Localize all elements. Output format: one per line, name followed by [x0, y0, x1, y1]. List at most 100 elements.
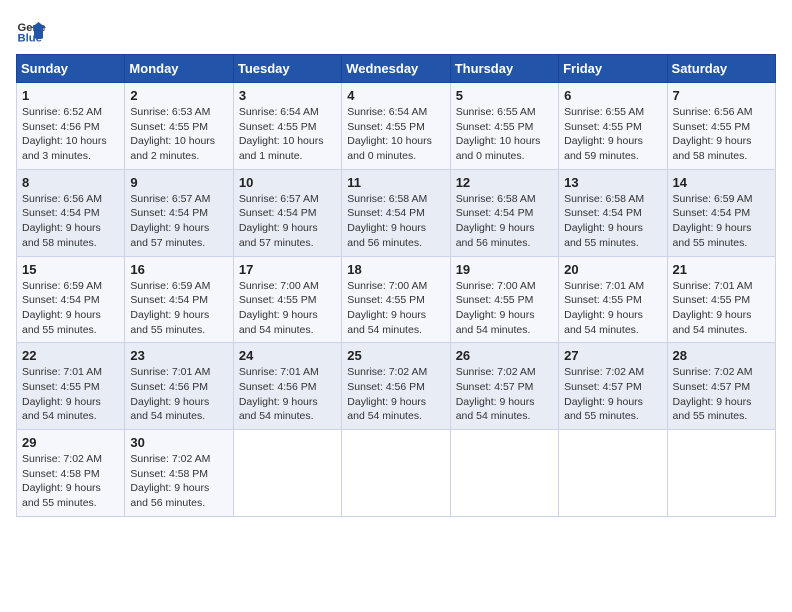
day-info: Sunrise: 7:02 AM Sunset: 4:57 PM Dayligh… [564, 366, 644, 422]
weekday-header: Saturday [667, 55, 775, 83]
weekday-header: Thursday [450, 55, 558, 83]
day-number: 7 [673, 88, 770, 103]
day-number: 4 [347, 88, 444, 103]
weekday-header: Sunday [17, 55, 125, 83]
day-number: 28 [673, 348, 770, 363]
calendar-cell: 5 Sunrise: 6:55 AM Sunset: 4:55 PM Dayli… [450, 83, 558, 170]
day-number: 14 [673, 175, 770, 190]
calendar-cell: 1 Sunrise: 6:52 AM Sunset: 4:56 PM Dayli… [17, 83, 125, 170]
weekday-header: Wednesday [342, 55, 450, 83]
day-number: 30 [130, 435, 227, 450]
day-number: 20 [564, 262, 661, 277]
day-info: Sunrise: 7:01 AM Sunset: 4:55 PM Dayligh… [22, 366, 102, 422]
calendar-cell: 29 Sunrise: 7:02 AM Sunset: 4:58 PM Dayl… [17, 430, 125, 517]
day-info: Sunrise: 6:58 AM Sunset: 4:54 PM Dayligh… [456, 193, 536, 249]
day-number: 11 [347, 175, 444, 190]
day-number: 6 [564, 88, 661, 103]
calendar-cell [667, 430, 775, 517]
calendar-table: SundayMondayTuesdayWednesdayThursdayFrid… [16, 54, 776, 517]
day-info: Sunrise: 7:02 AM Sunset: 4:58 PM Dayligh… [22, 453, 102, 509]
day-info: Sunrise: 7:01 AM Sunset: 4:56 PM Dayligh… [130, 366, 210, 422]
day-number: 9 [130, 175, 227, 190]
calendar-cell: 12 Sunrise: 6:58 AM Sunset: 4:54 PM Dayl… [450, 169, 558, 256]
day-number: 16 [130, 262, 227, 277]
calendar-cell: 18 Sunrise: 7:00 AM Sunset: 4:55 PM Dayl… [342, 256, 450, 343]
day-info: Sunrise: 6:53 AM Sunset: 4:55 PM Dayligh… [130, 106, 215, 162]
calendar-cell: 22 Sunrise: 7:01 AM Sunset: 4:55 PM Dayl… [17, 343, 125, 430]
calendar-cell: 23 Sunrise: 7:01 AM Sunset: 4:56 PM Dayl… [125, 343, 233, 430]
day-number: 25 [347, 348, 444, 363]
calendar-cell: 16 Sunrise: 6:59 AM Sunset: 4:54 PM Dayl… [125, 256, 233, 343]
day-number: 5 [456, 88, 553, 103]
day-number: 8 [22, 175, 119, 190]
day-number: 19 [456, 262, 553, 277]
day-info: Sunrise: 6:55 AM Sunset: 4:55 PM Dayligh… [564, 106, 644, 162]
calendar-week-row: 8 Sunrise: 6:56 AM Sunset: 4:54 PM Dayli… [17, 169, 776, 256]
day-info: Sunrise: 6:56 AM Sunset: 4:54 PM Dayligh… [22, 193, 102, 249]
day-info: Sunrise: 6:59 AM Sunset: 4:54 PM Dayligh… [22, 280, 102, 336]
day-info: Sunrise: 6:58 AM Sunset: 4:54 PM Dayligh… [347, 193, 427, 249]
day-info: Sunrise: 6:54 AM Sunset: 4:55 PM Dayligh… [347, 106, 432, 162]
day-info: Sunrise: 7:02 AM Sunset: 4:57 PM Dayligh… [673, 366, 753, 422]
calendar-cell [342, 430, 450, 517]
calendar-cell: 21 Sunrise: 7:01 AM Sunset: 4:55 PM Dayl… [667, 256, 775, 343]
logo: General Blue [16, 16, 50, 46]
day-info: Sunrise: 7:02 AM Sunset: 4:57 PM Dayligh… [456, 366, 536, 422]
calendar-cell [450, 430, 558, 517]
day-info: Sunrise: 6:58 AM Sunset: 4:54 PM Dayligh… [564, 193, 644, 249]
calendar-cell: 10 Sunrise: 6:57 AM Sunset: 4:54 PM Dayl… [233, 169, 341, 256]
calendar-cell: 26 Sunrise: 7:02 AM Sunset: 4:57 PM Dayl… [450, 343, 558, 430]
calendar-cell [233, 430, 341, 517]
weekday-header: Tuesday [233, 55, 341, 83]
day-number: 15 [22, 262, 119, 277]
calendar-cell: 9 Sunrise: 6:57 AM Sunset: 4:54 PM Dayli… [125, 169, 233, 256]
calendar-cell: 6 Sunrise: 6:55 AM Sunset: 4:55 PM Dayli… [559, 83, 667, 170]
day-number: 2 [130, 88, 227, 103]
day-number: 3 [239, 88, 336, 103]
page-header: General Blue [16, 16, 776, 46]
day-info: Sunrise: 6:54 AM Sunset: 4:55 PM Dayligh… [239, 106, 324, 162]
day-info: Sunrise: 6:56 AM Sunset: 4:55 PM Dayligh… [673, 106, 753, 162]
day-number: 13 [564, 175, 661, 190]
day-number: 27 [564, 348, 661, 363]
calendar-cell: 30 Sunrise: 7:02 AM Sunset: 4:58 PM Dayl… [125, 430, 233, 517]
day-info: Sunrise: 7:00 AM Sunset: 4:55 PM Dayligh… [347, 280, 427, 336]
day-info: Sunrise: 6:55 AM Sunset: 4:55 PM Dayligh… [456, 106, 541, 162]
calendar-week-row: 22 Sunrise: 7:01 AM Sunset: 4:55 PM Dayl… [17, 343, 776, 430]
calendar-week-row: 29 Sunrise: 7:02 AM Sunset: 4:58 PM Dayl… [17, 430, 776, 517]
calendar-cell: 17 Sunrise: 7:00 AM Sunset: 4:55 PM Dayl… [233, 256, 341, 343]
calendar-cell: 25 Sunrise: 7:02 AM Sunset: 4:56 PM Dayl… [342, 343, 450, 430]
day-number: 24 [239, 348, 336, 363]
weekday-header: Friday [559, 55, 667, 83]
day-number: 23 [130, 348, 227, 363]
calendar-cell [559, 430, 667, 517]
day-number: 12 [456, 175, 553, 190]
day-number: 29 [22, 435, 119, 450]
day-info: Sunrise: 7:01 AM Sunset: 4:55 PM Dayligh… [564, 280, 644, 336]
calendar-week-row: 1 Sunrise: 6:52 AM Sunset: 4:56 PM Dayli… [17, 83, 776, 170]
calendar-cell: 24 Sunrise: 7:01 AM Sunset: 4:56 PM Dayl… [233, 343, 341, 430]
day-info: Sunrise: 7:01 AM Sunset: 4:56 PM Dayligh… [239, 366, 319, 422]
calendar-cell: 28 Sunrise: 7:02 AM Sunset: 4:57 PM Dayl… [667, 343, 775, 430]
day-number: 26 [456, 348, 553, 363]
day-number: 18 [347, 262, 444, 277]
calendar-cell: 7 Sunrise: 6:56 AM Sunset: 4:55 PM Dayli… [667, 83, 775, 170]
calendar-week-row: 15 Sunrise: 6:59 AM Sunset: 4:54 PM Dayl… [17, 256, 776, 343]
calendar-cell: 11 Sunrise: 6:58 AM Sunset: 4:54 PM Dayl… [342, 169, 450, 256]
calendar-cell: 8 Sunrise: 6:56 AM Sunset: 4:54 PM Dayli… [17, 169, 125, 256]
day-number: 17 [239, 262, 336, 277]
calendar-cell: 27 Sunrise: 7:02 AM Sunset: 4:57 PM Dayl… [559, 343, 667, 430]
day-info: Sunrise: 6:59 AM Sunset: 4:54 PM Dayligh… [130, 280, 210, 336]
day-number: 21 [673, 262, 770, 277]
day-number: 10 [239, 175, 336, 190]
calendar-cell: 13 Sunrise: 6:58 AM Sunset: 4:54 PM Dayl… [559, 169, 667, 256]
calendar-cell: 15 Sunrise: 6:59 AM Sunset: 4:54 PM Dayl… [17, 256, 125, 343]
day-info: Sunrise: 7:00 AM Sunset: 4:55 PM Dayligh… [239, 280, 319, 336]
calendar-cell: 2 Sunrise: 6:53 AM Sunset: 4:55 PM Dayli… [125, 83, 233, 170]
calendar-cell: 19 Sunrise: 7:00 AM Sunset: 4:55 PM Dayl… [450, 256, 558, 343]
calendar-cell: 14 Sunrise: 6:59 AM Sunset: 4:54 PM Dayl… [667, 169, 775, 256]
weekday-header: Monday [125, 55, 233, 83]
day-info: Sunrise: 6:59 AM Sunset: 4:54 PM Dayligh… [673, 193, 753, 249]
day-info: Sunrise: 7:00 AM Sunset: 4:55 PM Dayligh… [456, 280, 536, 336]
calendar-header: SundayMondayTuesdayWednesdayThursdayFrid… [17, 55, 776, 83]
